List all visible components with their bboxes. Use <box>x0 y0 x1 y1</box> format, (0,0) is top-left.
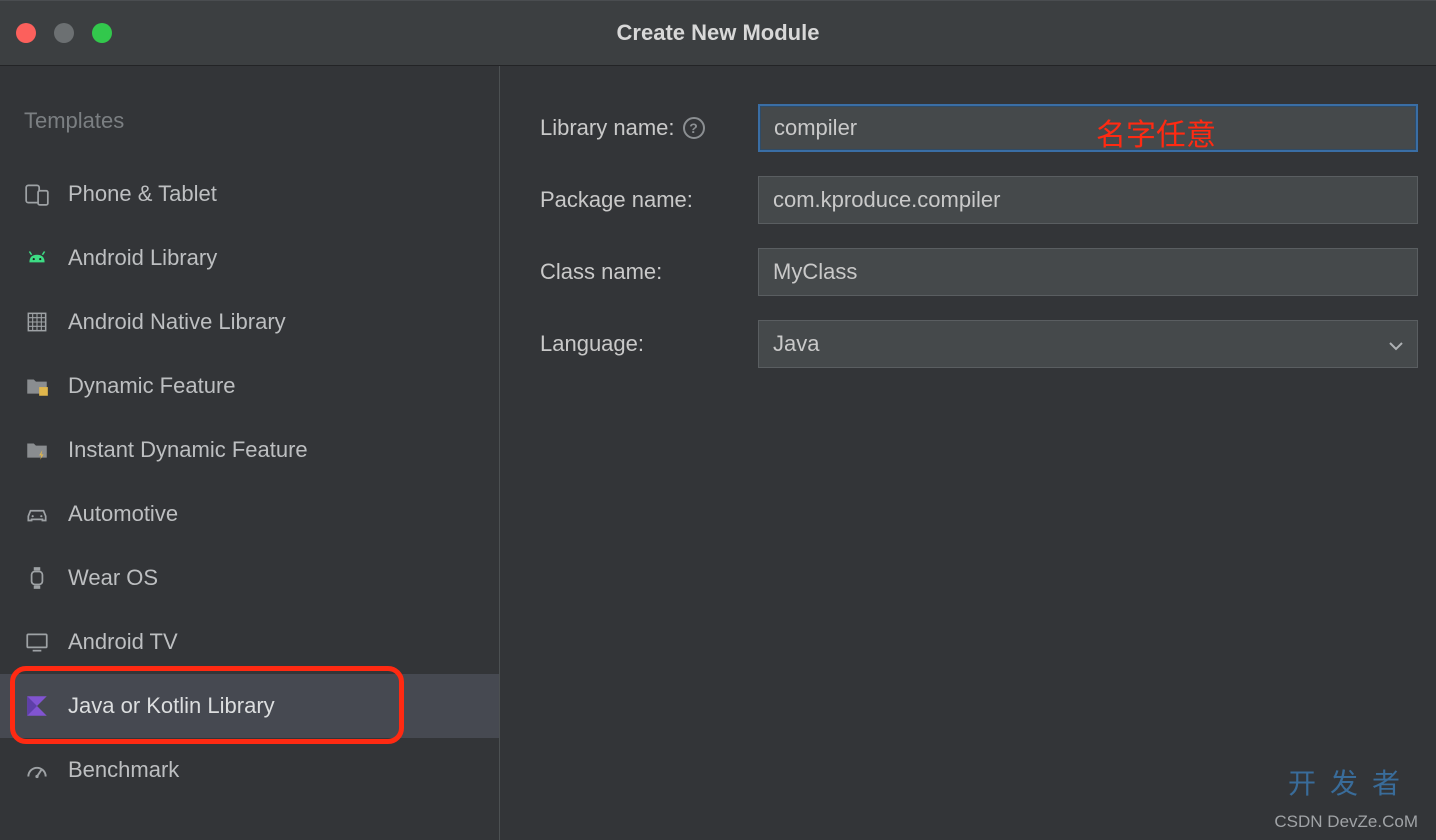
native-icon <box>24 309 50 335</box>
minimize-window-button[interactable] <box>54 23 74 43</box>
class-name-input[interactable] <box>773 259 1403 285</box>
form-panel: Library name: ? 名字任意 Package name: Class… <box>500 66 1436 840</box>
package-name-input[interactable] <box>773 187 1403 213</box>
close-window-button[interactable] <box>16 23 36 43</box>
watch-icon <box>24 565 50 591</box>
template-item-native[interactable]: Android Native Library <box>0 290 499 354</box>
template-item-benchmark[interactable]: Benchmark <box>0 738 499 802</box>
folder-dynamic-icon <box>24 373 50 399</box>
template-item-folder-dynamic[interactable]: Dynamic Feature <box>0 354 499 418</box>
library-name-field[interactable]: 名字任意 <box>758 104 1418 152</box>
language-value: Java <box>773 331 819 357</box>
label-class-name: Class name: <box>540 259 758 285</box>
template-item-watch[interactable]: Wear OS <box>0 546 499 610</box>
row-class-name: Class name: <box>540 248 1418 296</box>
android-icon <box>24 245 50 271</box>
maximize-window-button[interactable] <box>92 23 112 43</box>
label-language: Language: <box>540 331 758 357</box>
row-library-name: Library name: ? 名字任意 <box>540 104 1418 152</box>
template-item-label: Instant Dynamic Feature <box>68 437 308 463</box>
chevron-down-icon <box>1389 331 1403 357</box>
template-item-label: Android TV <box>68 629 178 655</box>
label-library-name: Library name: ? <box>540 115 758 141</box>
row-language: Language: Java <box>540 320 1418 368</box>
benchmark-icon <box>24 757 50 783</box>
template-item-label: Automotive <box>68 501 178 527</box>
watermark-top: 开发者 <box>1288 762 1414 802</box>
class-name-field[interactable] <box>758 248 1418 296</box>
template-item-android[interactable]: Android Library <box>0 226 499 290</box>
tv-icon <box>24 629 50 655</box>
window-controls <box>16 23 112 43</box>
car-icon <box>24 501 50 527</box>
template-item-folder-instant[interactable]: Instant Dynamic Feature <box>0 418 499 482</box>
titlebar: Create New Module <box>0 0 1436 66</box>
template-item-car[interactable]: Automotive <box>0 482 499 546</box>
template-item-label: Android Library <box>68 245 217 271</box>
template-item-label: Java or Kotlin Library <box>68 693 275 719</box>
watermark-bottom: CSDN DevZe.CoM <box>1274 812 1418 832</box>
template-item-label: Android Native Library <box>68 309 286 335</box>
template-item-tv[interactable]: Android TV <box>0 610 499 674</box>
library-name-input[interactable] <box>774 115 1402 141</box>
template-item-label: Dynamic Feature <box>68 373 236 399</box>
dialog-body: Templates Phone & Tablet Android Library A… <box>0 66 1436 840</box>
folder-instant-icon <box>24 437 50 463</box>
template-item-kotlin[interactable]: Java or Kotlin Library <box>0 674 499 738</box>
devices-icon <box>24 181 50 207</box>
template-item-devices[interactable]: Phone & Tablet <box>0 162 499 226</box>
language-dropdown[interactable]: Java <box>758 320 1418 368</box>
template-item-label: Wear OS <box>68 565 158 591</box>
template-item-label: Phone & Tablet <box>68 181 217 207</box>
templates-sidebar: Templates Phone & Tablet Android Library A… <box>0 66 500 840</box>
window-title: Create New Module <box>0 20 1436 46</box>
row-package-name: Package name: <box>540 176 1418 224</box>
package-name-field[interactable] <box>758 176 1418 224</box>
label-package-name: Package name: <box>540 187 758 213</box>
sidebar-heading: Templates <box>0 98 499 162</box>
kotlin-icon <box>24 693 50 719</box>
help-icon[interactable]: ? <box>683 117 705 139</box>
template-item-label: Benchmark <box>68 757 179 783</box>
